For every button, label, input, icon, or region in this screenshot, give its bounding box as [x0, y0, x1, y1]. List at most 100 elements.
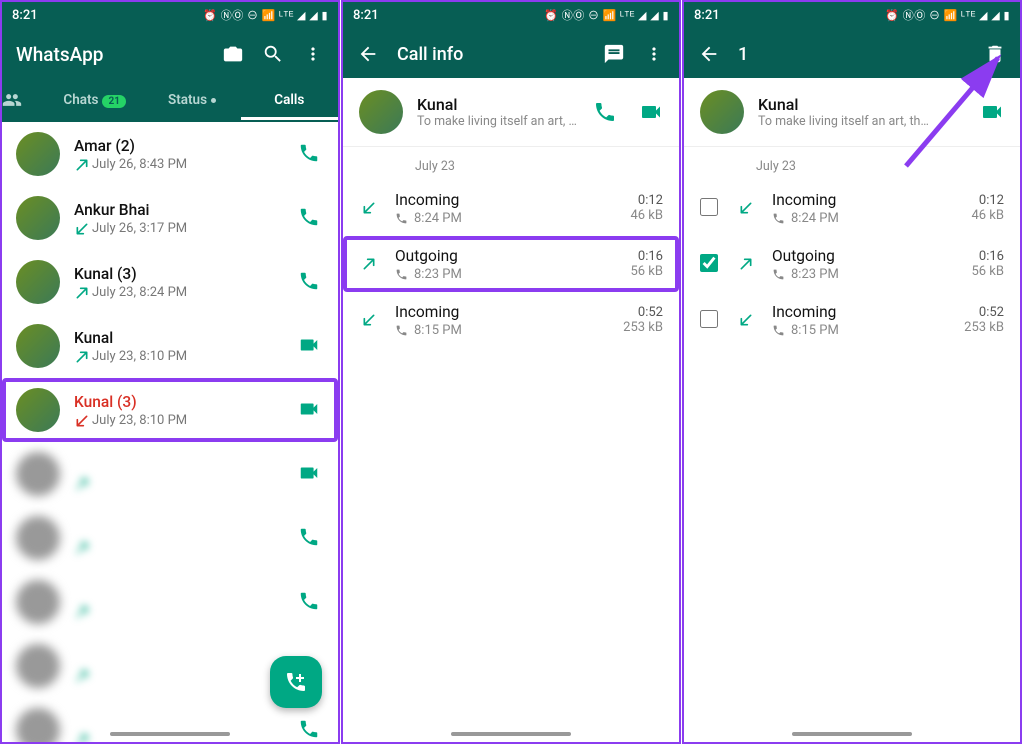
calls-list[interactable]: Amar (2) July 26, 8:43 PM Ankur Bhai Jul…	[2, 122, 338, 742]
call-time: 8:23 PM	[772, 267, 955, 282]
more-icon[interactable]	[302, 43, 324, 65]
call-row[interactable]: Kunal (3) July 23, 8:10 PM	[2, 378, 338, 442]
contact-name: Kunal	[417, 95, 579, 114]
tab-chats[interactable]: Chats21	[46, 80, 143, 120]
call-row[interactable]: Amar (2) July 26, 8:43 PM	[2, 122, 338, 186]
avatar[interactable]	[16, 388, 60, 432]
tabs: Chats21 Status Calls	[2, 78, 338, 122]
call-duration: 0:12	[630, 193, 663, 208]
outgoing-arrow-icon	[74, 157, 88, 171]
call-subtitle: July 23, 8:10 PM	[74, 413, 284, 428]
voice-call-icon[interactable]	[593, 100, 617, 124]
incoming-arrow-icon	[359, 312, 379, 328]
voice-call-icon[interactable]	[298, 718, 322, 742]
call-duration: 0:52	[623, 305, 663, 320]
call-time: 8:15 PM	[395, 323, 607, 338]
video-call-icon[interactable]	[298, 398, 322, 422]
contact-status: To make living itself an art, th…	[417, 114, 579, 129]
call-name	[74, 714, 284, 730]
video-call-icon[interactable]	[639, 100, 663, 124]
call-subtitle	[74, 668, 284, 682]
call-size: 56 kB	[630, 264, 663, 279]
call-name: Amar (2)	[74, 137, 284, 155]
search-icon[interactable]	[262, 43, 284, 65]
nav-handle	[110, 732, 230, 736]
back-icon[interactable]	[698, 43, 720, 65]
call-row[interactable]: Ankur Bhai July 26, 3:17 PM	[2, 186, 338, 250]
screen-selection-mode: 8:21 ⏰ ⓃⓄ ⊖ 📶 ᴸᵀᴱ ◢ ◢ ▮ 1 Kunal To make …	[682, 0, 1022, 744]
call-row[interactable]	[2, 506, 338, 570]
call-entry[interactable]: Incoming 8:15 PM 0:52 253 kB	[684, 292, 1020, 348]
status-bar: 8:21 ⏰ ⓃⓄ ⊖ 📶 ᴸᵀᴱ ◢ ◢ ▮	[343, 2, 679, 28]
call-entry[interactable]: Outgoing 8:23 PM 0:16 56 kB	[684, 236, 1020, 292]
avatar[interactable]	[16, 260, 60, 304]
avatar[interactable]	[16, 452, 60, 496]
select-checkbox[interactable]	[700, 310, 720, 330]
date-separator: July 23	[684, 147, 1020, 180]
tab-calls[interactable]: Calls	[241, 80, 338, 120]
tab-community-icon[interactable]	[2, 78, 46, 122]
status-bar: 8:21 ⏰ ⓃⓄ ⊖ 📶 ᴸᵀᴱ ◢ ◢ ▮	[2, 2, 338, 28]
avatar[interactable]	[16, 324, 60, 368]
outgoing-arrow-icon	[74, 604, 88, 618]
call-name: Kunal (3)	[74, 265, 284, 283]
avatar[interactable]	[16, 644, 60, 688]
outgoing-arrow-icon	[74, 349, 88, 363]
avatar[interactable]	[16, 516, 60, 560]
contact-header[interactable]: Kunal To make living itself an art, th…	[684, 78, 1020, 147]
avatar[interactable]	[700, 90, 744, 134]
outgoing-arrow-icon	[74, 668, 88, 682]
app-bar: Call info	[343, 28, 679, 78]
camera-icon[interactable]	[222, 43, 244, 65]
call-row[interactable]: Kunal July 23, 8:10 PM	[2, 314, 338, 378]
incoming-arrow-icon	[74, 413, 88, 427]
voice-call-icon[interactable]	[298, 590, 322, 614]
select-checkbox[interactable]	[700, 254, 720, 274]
video-call-icon[interactable]	[298, 334, 322, 358]
avatar[interactable]	[16, 196, 60, 240]
call-name: Kunal	[74, 329, 284, 347]
back-icon[interactable]	[357, 43, 379, 65]
nav-handle	[451, 732, 571, 736]
call-size: 46 kB	[630, 208, 663, 223]
select-checkbox[interactable]	[700, 198, 720, 218]
avatar[interactable]	[359, 90, 403, 134]
call-entry[interactable]: Incoming 8:24 PM 0:12 46 kB	[343, 180, 679, 236]
call-entries: Incoming 8:24 PM 0:12 46 kB Outgoing 8:2…	[343, 180, 679, 348]
call-name	[74, 586, 284, 602]
video-call-icon[interactable]	[298, 462, 322, 486]
voice-call-icon[interactable]	[298, 526, 322, 550]
more-icon[interactable]	[643, 43, 665, 65]
avatar[interactable]	[16, 580, 60, 624]
selection-app-bar: 1	[684, 28, 1020, 78]
call-type: Outgoing	[772, 247, 955, 265]
screen-title: Call info	[397, 44, 585, 65]
avatar[interactable]	[16, 708, 60, 742]
contact-header[interactable]: Kunal To make living itself an art, th…	[343, 78, 679, 147]
call-subtitle: July 23, 8:24 PM	[74, 285, 284, 300]
status-icons: ⏰ ⓃⓄ ⊖ 📶 ᴸᵀᴱ ◢ ◢ ▮	[885, 7, 1010, 23]
incoming-arrow-icon	[736, 200, 756, 216]
delete-icon[interactable]	[984, 43, 1006, 65]
call-entry[interactable]: Outgoing 8:23 PM 0:16 56 kB	[343, 236, 679, 292]
call-row[interactable]	[2, 570, 338, 634]
call-row[interactable]	[2, 442, 338, 506]
chat-icon[interactable]	[603, 43, 625, 65]
call-duration: 0:52	[964, 305, 1004, 320]
video-call-icon[interactable]	[980, 100, 1004, 124]
tab-status[interactable]: Status	[143, 80, 240, 120]
incoming-arrow-icon	[74, 221, 88, 235]
call-entry[interactable]: Incoming 8:24 PM 0:12 46 kB	[684, 180, 1020, 236]
call-time: 8:15 PM	[772, 323, 948, 338]
voice-call-icon[interactable]	[298, 206, 322, 230]
voice-call-icon[interactable]	[298, 142, 322, 166]
app-bar: WhatsApp	[2, 28, 338, 78]
chats-badge: 21	[102, 95, 125, 108]
call-row[interactable]: Kunal (3) July 23, 8:24 PM	[2, 250, 338, 314]
incoming-arrow-icon	[736, 312, 756, 328]
avatar[interactable]	[16, 132, 60, 176]
call-entry[interactable]: Incoming 8:15 PM 0:52 253 kB	[343, 292, 679, 348]
voice-call-icon[interactable]	[298, 270, 322, 294]
new-call-fab[interactable]	[270, 656, 322, 708]
call-time: 8:24 PM	[772, 211, 955, 226]
